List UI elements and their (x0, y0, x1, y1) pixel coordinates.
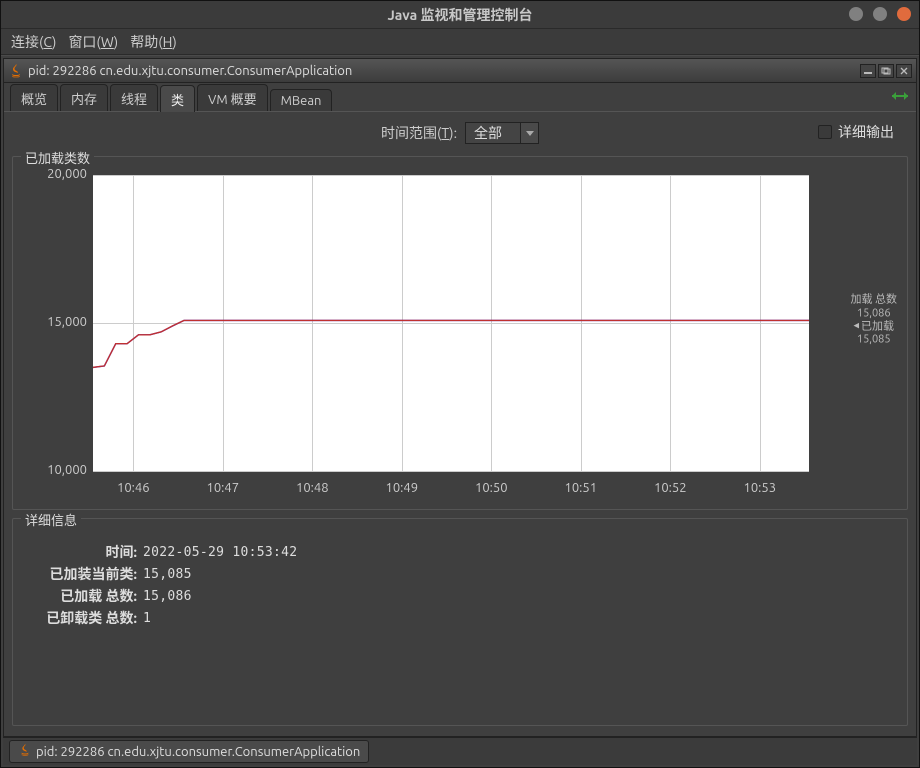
window-title: Java 监视和管理控制台 (387, 5, 532, 25)
toolbar: 时间范围(T): 全部 详细输出 (12, 118, 908, 148)
time-range-label: 时间范围(T): (381, 123, 457, 143)
java-icon (8, 63, 24, 79)
y-tick: 20,000 (23, 167, 87, 181)
details-row: 已卸载类 总数: 1 (23, 607, 897, 629)
details-table: 时间:2022-05-29 10:53:42已加装当前类:15,085已加载 总… (23, 541, 897, 629)
verbose-label: 详细输出 (838, 122, 894, 142)
details-value: 15,086 (143, 589, 192, 604)
minimize-button[interactable] (849, 7, 863, 21)
java-icon (18, 743, 32, 760)
chart-series (93, 175, 809, 471)
chart-group-title: 已加载类数 (21, 148, 94, 167)
close-button[interactable] (897, 7, 911, 21)
tab-content-classes: 时间范围(T): 全部 详细输出 已加载类数 (4, 111, 916, 736)
iframe-restore-button[interactable] (878, 64, 894, 78)
titlebar: Java 监视和管理控制台 (1, 1, 919, 29)
x-tick: 10:47 (207, 481, 240, 495)
details-key: 已卸载类 总数: (23, 608, 143, 628)
chart-side-legend: 加载 总数15,086◂已加载15,085 (850, 294, 897, 347)
details-value: 2022-05-29 10:53:42 (143, 545, 297, 560)
details-key: 时间: (23, 542, 143, 562)
y-tick: 10,000 (23, 463, 87, 477)
x-tick: 10:51 (565, 481, 598, 495)
x-tick: 10:46 (117, 481, 150, 495)
details-row: 已加装当前类:15,085 (23, 563, 897, 585)
taskbar-button[interactable]: pid: 292286 cn.edu.xjtu.consumer.Consume… (9, 740, 369, 763)
tab-mbean[interactable]: MBean (270, 89, 333, 111)
x-tick: 10:48 (296, 481, 329, 495)
menubar: 连接(C) 窗口(W) 帮助(H) (1, 29, 919, 55)
chart-plot (93, 175, 809, 471)
details-key: 已加载 总数: (23, 586, 143, 606)
iframe-minimize-button[interactable] (860, 64, 876, 78)
refresh-icon[interactable] (890, 87, 910, 105)
tab-bar: 概览内存线程类VM 概要MBean (4, 83, 916, 111)
tab-memory[interactable]: 内存 (60, 84, 108, 111)
time-range-value: 全部 (466, 123, 520, 143)
connection-frame: pid: 292286 cn.edu.xjtu.consumer.Consume… (3, 58, 917, 737)
window-controls (849, 7, 911, 21)
x-tick: 10:53 (744, 481, 777, 495)
mdi-desktop: pid: 292286 cn.edu.xjtu.consumer.Consume… (1, 55, 919, 767)
chevron-down-icon (520, 123, 538, 143)
time-range-select[interactable]: 全部 (465, 122, 539, 144)
details-value: 15,085 (143, 567, 192, 582)
chart-area: 10,000 15,000 20,000 10:46 10:47 10:48 10:49 10… (23, 167, 897, 503)
details-row: 时间:2022-05-29 10:53:42 (23, 541, 897, 563)
tab-classes[interactable]: 类 (160, 85, 195, 112)
menu-window[interactable]: 窗口(W) (68, 32, 118, 52)
menu-connect[interactable]: 连接(C) (11, 32, 56, 52)
tab-vm[interactable]: VM 概要 (197, 84, 268, 111)
details-value: 1 (143, 611, 151, 626)
verbose-checkbox-group: 详细输出 (818, 122, 894, 142)
internal-frame-title: pid: 292286 cn.edu.xjtu.consumer.Consume… (28, 64, 856, 78)
app-window: Java 监视和管理控制台 连接(C) 窗口(W) 帮助(H) pid: 292… (0, 0, 920, 768)
x-tick: 10:50 (475, 481, 508, 495)
maximize-button[interactable] (873, 7, 887, 21)
taskbar-label: pid: 292286 cn.edu.xjtu.consumer.Consume… (36, 745, 360, 759)
iframe-close-button[interactable] (896, 64, 912, 78)
y-tick: 15,000 (23, 315, 87, 329)
internal-frame-titlebar: pid: 292286 cn.edu.xjtu.consumer.Consume… (4, 59, 916, 83)
mdi-taskbar: pid: 292286 cn.edu.xjtu.consumer.Consume… (3, 737, 917, 765)
verbose-checkbox[interactable] (818, 125, 832, 139)
internal-frame-controls (860, 64, 912, 78)
details-group-title: 详细信息 (21, 510, 81, 529)
loaded-classes-chart-group: 已加载类数 10,00015,00020,00010:4610:4710:481… (12, 156, 908, 510)
tab-threads[interactable]: 线程 (110, 84, 158, 111)
details-group: 详细信息 时间:2022-05-29 10:53:42已加装当前类:15,085… (12, 518, 908, 726)
details-row: 已加载 总数:15,086 (23, 585, 897, 607)
menu-help[interactable]: 帮助(H) (130, 32, 177, 52)
x-tick: 10:52 (654, 481, 687, 495)
x-tick: 10:49 (386, 481, 419, 495)
details-key: 已加装当前类: (23, 564, 143, 584)
tab-overview[interactable]: 概览 (10, 84, 58, 111)
